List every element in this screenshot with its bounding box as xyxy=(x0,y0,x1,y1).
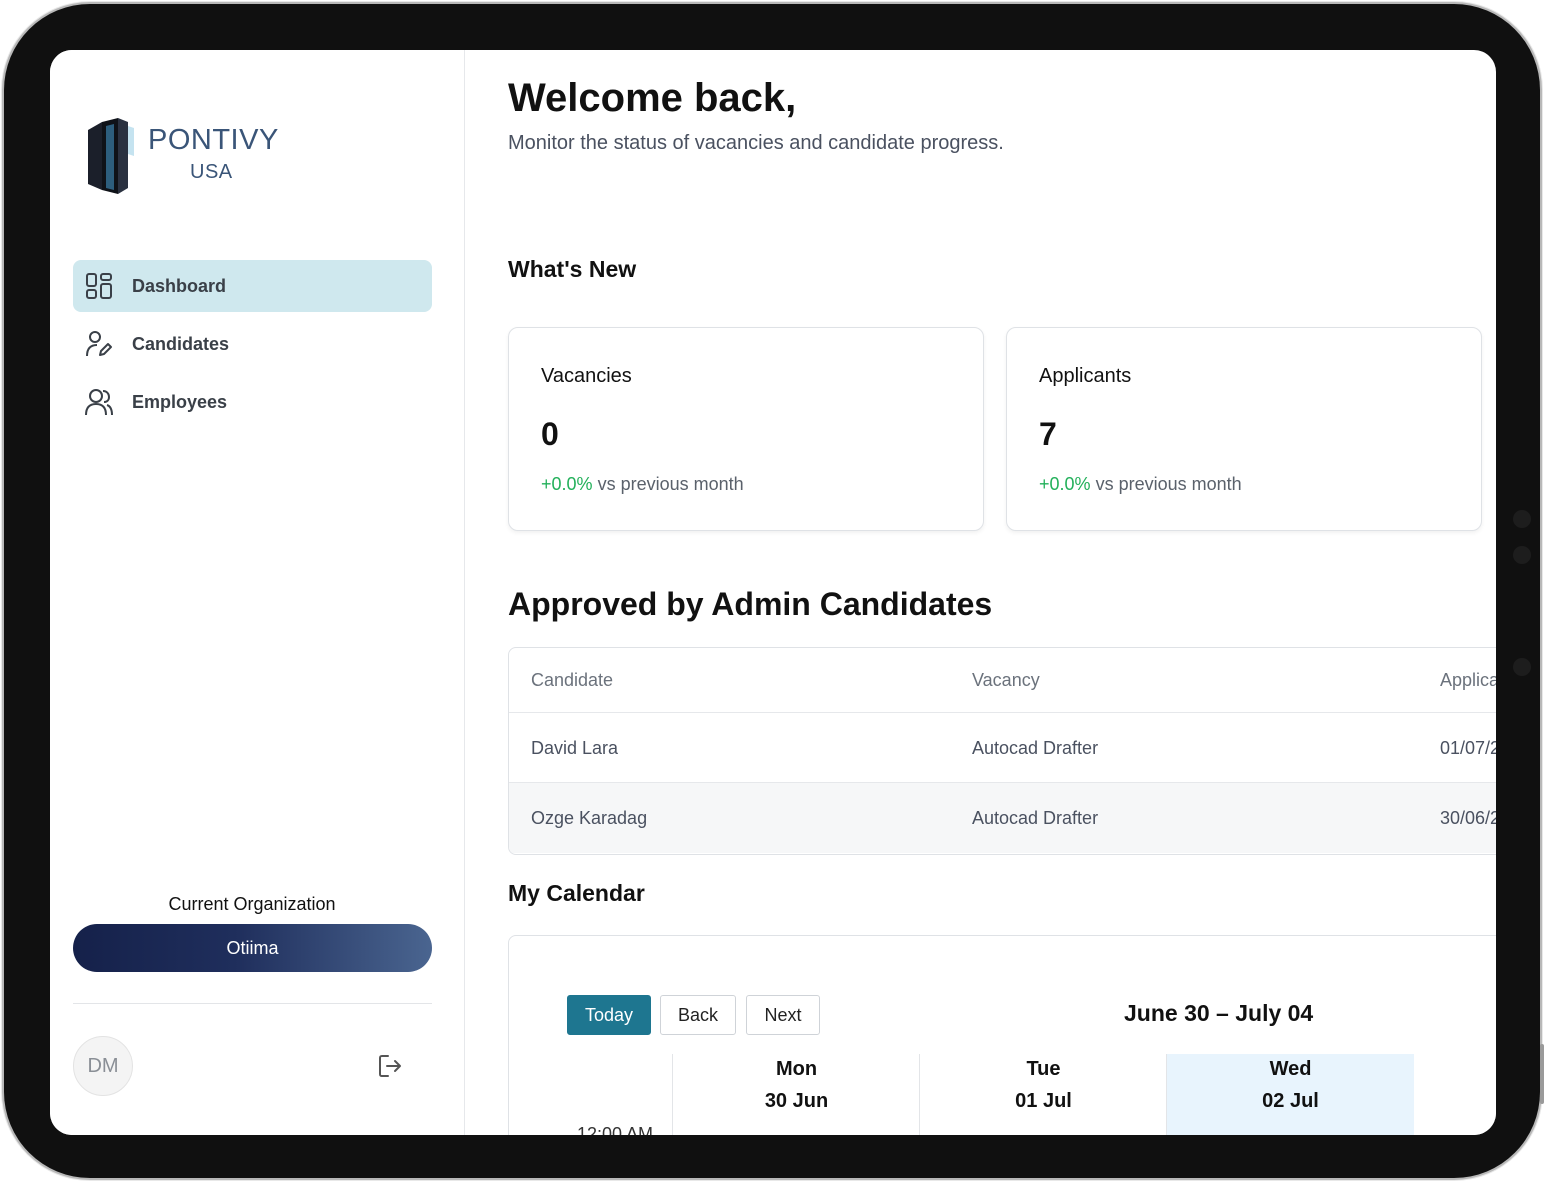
column-header-application[interactable]: Applica xyxy=(1440,648,1496,712)
building-logo-icon xyxy=(88,118,134,194)
day-date: 01 Jul xyxy=(1015,1090,1072,1112)
sidebar-divider xyxy=(73,1003,432,1004)
day-date: 02 Jul xyxy=(1262,1090,1319,1112)
main-content: Welcome back, Monitor the status of vaca… xyxy=(508,50,1496,1135)
sidebar-item-employees[interactable]: Employees xyxy=(73,376,432,428)
sensor-dot xyxy=(1513,510,1531,528)
vacancies-card[interactable]: Vacancies 0 +0.0% vs previous month xyxy=(508,327,984,531)
table-row[interactable]: David Lara Autocad Drafter 01/07/2 xyxy=(509,712,1496,783)
next-button[interactable]: Next xyxy=(746,995,820,1035)
card-value: 0 xyxy=(541,416,559,452)
card-trend: +0.0% vs previous month xyxy=(541,474,744,495)
day-column-mon[interactable]: Mon 30 Jun xyxy=(672,1054,920,1135)
page-title: Welcome back, xyxy=(508,76,797,120)
trend-percent: +0.0% xyxy=(1039,474,1091,494)
day-name: Mon xyxy=(775,1058,818,1080)
sensor-dot xyxy=(1513,658,1531,676)
brand-region: USA xyxy=(190,161,233,183)
calendar-heading: My Calendar xyxy=(508,880,645,906)
whats-new-heading: What's New xyxy=(508,256,637,282)
logout-icon[interactable] xyxy=(376,1052,404,1080)
cell-vacancy: Autocad Drafter xyxy=(972,808,1099,828)
cell-application-date: 01/07/2 xyxy=(1440,738,1496,758)
avatar[interactable]: DM xyxy=(73,1036,133,1096)
card-value: 7 xyxy=(1039,416,1057,452)
sidebar-item-candidates[interactable]: Candidates xyxy=(73,318,432,370)
card-trend: +0.0% vs previous month xyxy=(1039,474,1242,495)
cell-application-date: 30/06/2 xyxy=(1440,808,1496,828)
time-slot-label: 12:00 AM xyxy=(577,1124,654,1135)
trend-text: vs previous month xyxy=(597,474,744,494)
approved-heading: Approved by Admin Candidates xyxy=(508,586,993,622)
app-screen: PONTIVY USA Dashboard Candidates Employe… xyxy=(50,50,1496,1135)
trend-percent: +0.0% xyxy=(541,474,593,494)
sidebar: PONTIVY USA Dashboard Candidates Employe… xyxy=(50,50,465,1135)
sidebar-item-dashboard[interactable]: Dashboard xyxy=(73,260,432,312)
calendar-panel: Today Back Next June 30 – July 04 Mon 30… xyxy=(508,935,1496,1135)
column-header-vacancy[interactable]: Vacancy xyxy=(972,648,1040,712)
side-button xyxy=(1540,1044,1544,1104)
day-name: Wed xyxy=(1269,1058,1312,1080)
sidebar-item-label: Candidates xyxy=(132,333,230,354)
calendar-range: June 30 – July 04 xyxy=(1124,1000,1314,1026)
card-title: Vacancies xyxy=(541,365,632,387)
day-name: Tue xyxy=(1026,1058,1061,1080)
day-column-tue[interactable]: Tue 01 Jul xyxy=(919,1054,1167,1135)
back-button[interactable]: Back xyxy=(660,995,736,1035)
trend-text: vs previous month xyxy=(1095,474,1242,494)
grid-icon xyxy=(86,273,112,299)
card-title: Applicants xyxy=(1039,365,1132,387)
sidebar-item-label: Dashboard xyxy=(132,275,227,296)
sidebar-item-label: Employees xyxy=(132,391,228,412)
camera-lens xyxy=(1513,546,1531,564)
brand-name: PONTIVY xyxy=(148,124,279,156)
brand-logo[interactable]: PONTIVY USA xyxy=(84,116,344,196)
cell-vacancy: Autocad Drafter xyxy=(972,738,1099,758)
applicants-card[interactable]: Applicants 7 +0.0% vs previous month xyxy=(1006,327,1482,531)
today-button[interactable]: Today xyxy=(567,995,651,1035)
org-label: Current Organization xyxy=(168,894,336,914)
cell-candidate: David Lara xyxy=(531,738,619,758)
approved-candidates-table: Candidate Vacancy Applica David Lara Aut… xyxy=(508,647,1496,855)
day-column-wed[interactable]: Wed 02 Jul xyxy=(1166,1054,1414,1135)
cell-candidate: Ozge Karadag xyxy=(531,808,648,828)
table-row[interactable]: Ozge Karadag Autocad Drafter 30/06/2 xyxy=(509,782,1496,853)
sidebar-nav: Dashboard Candidates Employees xyxy=(73,260,432,434)
table-header-row: Candidate Vacancy Applica xyxy=(509,648,1496,712)
user-edit-icon xyxy=(86,331,112,357)
page-subtitle: Monitor the status of vacancies and cand… xyxy=(508,132,1004,154)
day-date: 30 Jun xyxy=(764,1090,829,1112)
org-switcher-button[interactable]: Otiima xyxy=(73,924,432,972)
column-header-candidate[interactable]: Candidate xyxy=(531,648,613,712)
users-icon xyxy=(85,389,113,416)
